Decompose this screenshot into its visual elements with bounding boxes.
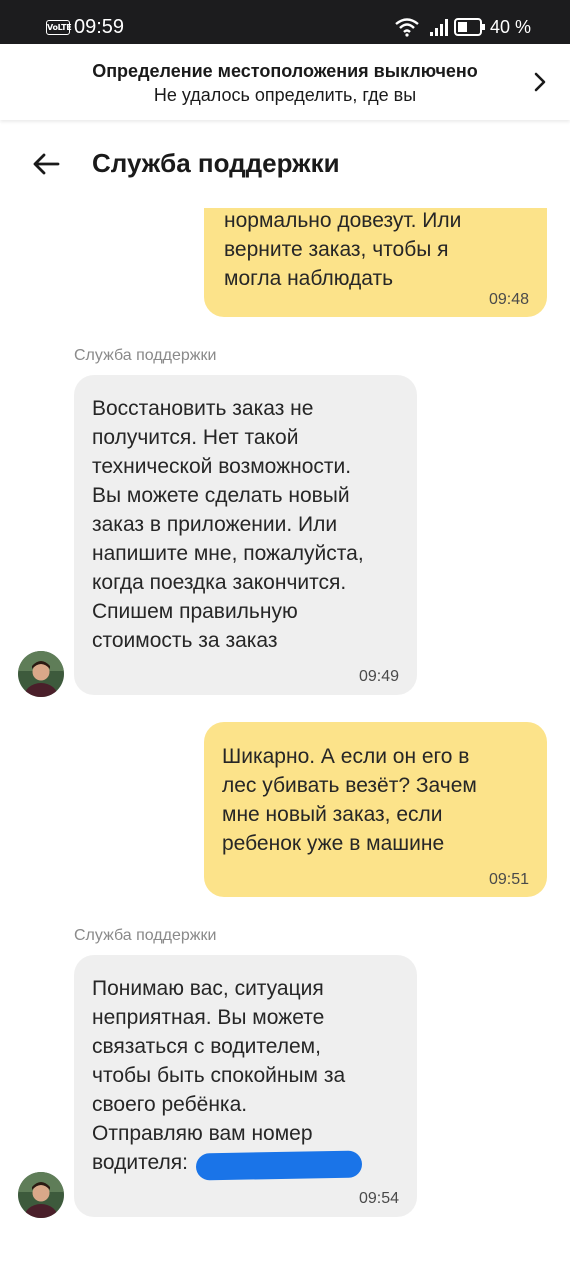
agent-avatar-icon bbox=[18, 651, 64, 697]
back-button[interactable] bbox=[26, 144, 66, 184]
location-banner-title: Определение местоположения выключено bbox=[92, 61, 478, 81]
redaction-mark bbox=[195, 1150, 363, 1181]
message-text: Шикарно. А если он его в лес убивать вез… bbox=[222, 745, 477, 855]
battery-percent: 40 % bbox=[490, 17, 532, 37]
location-banner-subtitle: Не удалось определить, где вы bbox=[153, 85, 417, 105]
avatar[interactable] bbox=[18, 1172, 64, 1218]
page-title: Служба поддержки bbox=[92, 148, 340, 178]
message-time: 09:49 bbox=[358, 668, 399, 685]
volte-icon: VoLTE bbox=[46, 20, 72, 35]
message-time: 09:48 bbox=[488, 291, 529, 308]
incoming-message[interactable]: Восстановить заказ не получится. Нет так… bbox=[74, 375, 417, 695]
location-banner[interactable]: Определение местоположения выключено Не … bbox=[0, 44, 570, 120]
outgoing-message[interactable]: Шикарно. А если он его в лес убивать вез… bbox=[204, 722, 547, 897]
message-time: 09:51 bbox=[488, 871, 529, 888]
battery-icon bbox=[454, 18, 485, 36]
outgoing-message[interactable]: нормально довезут. Или верните заказ, чт… bbox=[204, 208, 547, 317]
message-text: Восстановить заказ не получится. Нет так… bbox=[92, 397, 364, 652]
status-bar: VoLTE 09:59 40 % bbox=[0, 0, 570, 44]
signal-icon bbox=[430, 19, 448, 36]
sender-name: Служба поддержки bbox=[74, 347, 217, 364]
message-text: Понимаю вас, ситуация неприятная. Вы мож… bbox=[92, 977, 346, 1174]
message-text: нормально довезут. Или верните заказ, чт… bbox=[224, 209, 462, 290]
agent-avatar-icon bbox=[18, 1172, 64, 1218]
message-time: 09:54 bbox=[358, 1190, 399, 1207]
chevron-right-icon[interactable] bbox=[533, 72, 547, 92]
message-list[interactable]: нормально довезут. Или верните заказ, чт… bbox=[0, 208, 570, 1262]
status-time: 09:59 bbox=[74, 16, 125, 38]
arrow-left-icon bbox=[33, 153, 60, 175]
chat-header: Служба поддержки bbox=[0, 120, 570, 208]
wifi-icon bbox=[395, 18, 419, 37]
avatar[interactable] bbox=[18, 651, 64, 697]
sender-name: Служба поддержки bbox=[74, 927, 217, 944]
